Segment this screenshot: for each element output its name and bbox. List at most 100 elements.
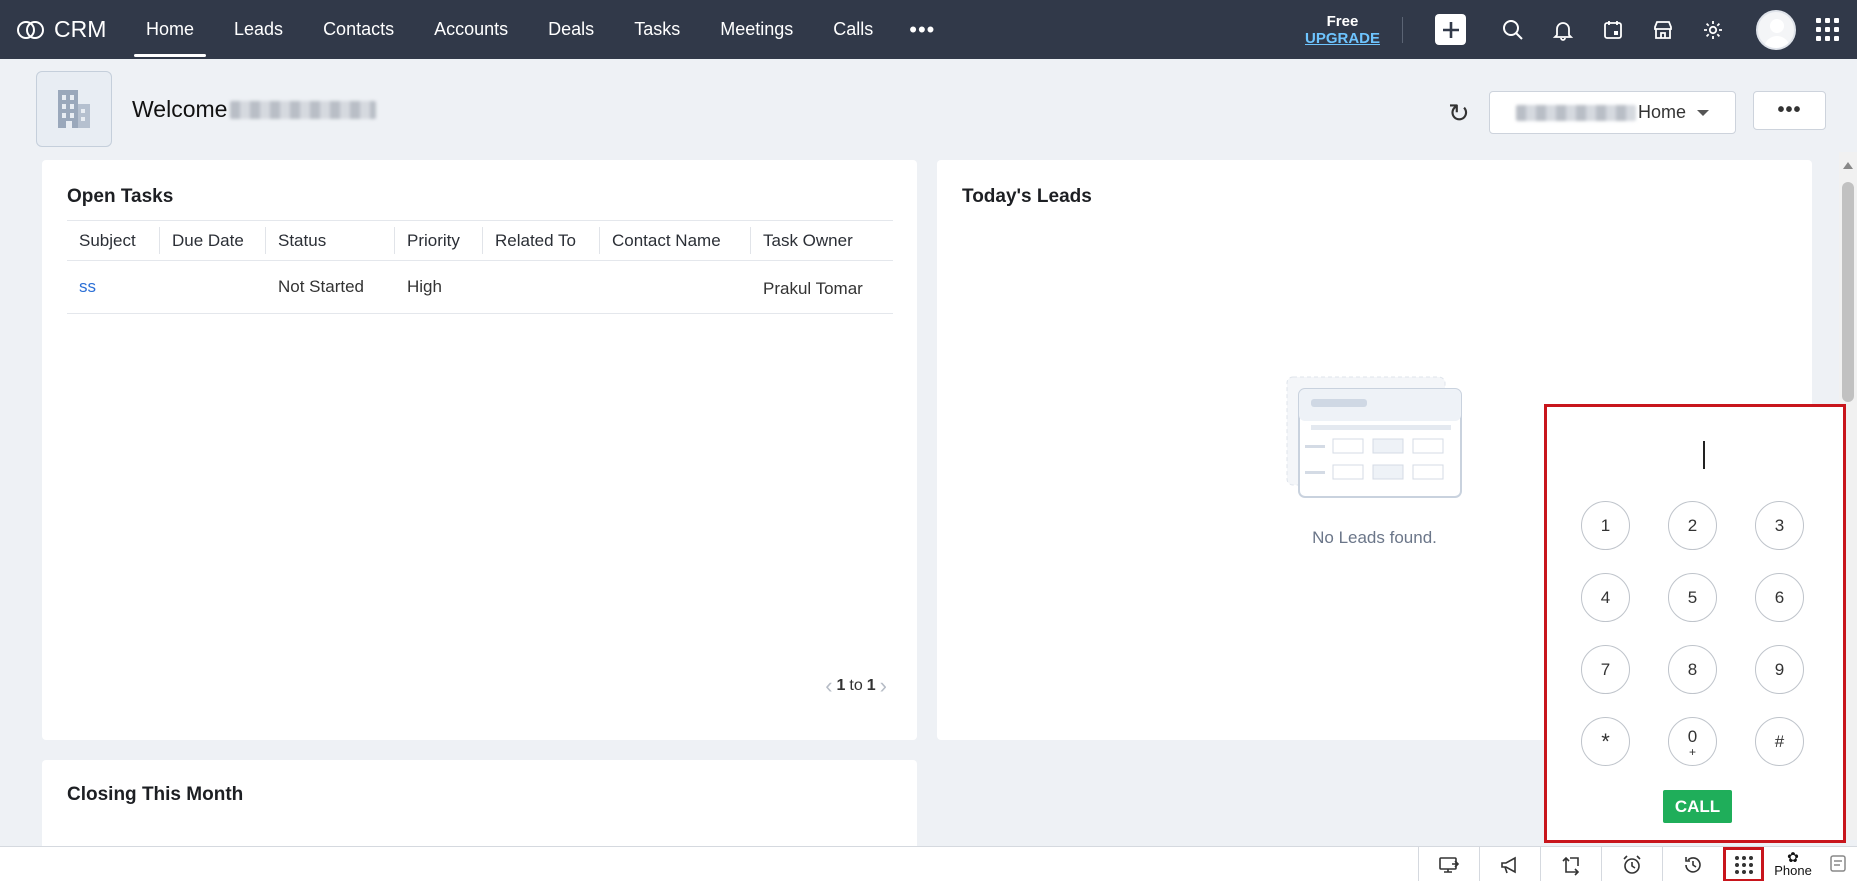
task-status: Not Started xyxy=(278,277,364,296)
column-contact-name[interactable]: Contact Name xyxy=(600,221,751,260)
open-tasks-card: Open Tasks Subject Due Date Status Prior… xyxy=(42,160,917,740)
home-view-dropdown[interactable]: Home xyxy=(1489,91,1736,134)
dial-key-2[interactable]: 2 xyxy=(1668,501,1717,550)
dialpad-panel: 1 2 3 4 5 6 7 8 9 * 0 + # CALL xyxy=(1544,404,1846,843)
nav-contacts[interactable]: Contacts xyxy=(303,0,414,59)
welcome-prefix: Welcome xyxy=(132,96,228,122)
column-subject[interactable]: Subject xyxy=(67,221,160,260)
crm-logo[interactable]: CRM xyxy=(16,16,126,43)
phone-label: Phone xyxy=(1774,863,1812,878)
org-building-icon xyxy=(36,71,112,147)
nav-meetings[interactable]: Meetings xyxy=(700,0,813,59)
dial-key-9[interactable]: 9 xyxy=(1755,645,1804,694)
nav-tasks[interactable]: Tasks xyxy=(614,0,700,59)
dial-key-1[interactable]: 1 xyxy=(1581,501,1630,550)
next-page-icon[interactable]: › xyxy=(880,673,887,699)
key-label: 0 xyxy=(1687,726,1698,746)
call-button[interactable]: CALL xyxy=(1663,790,1732,823)
nav-calls[interactable]: Calls xyxy=(813,0,893,59)
column-due-date[interactable]: Due Date xyxy=(160,221,266,260)
chevron-down-icon xyxy=(1697,110,1709,116)
more-options-button[interactable]: ••• xyxy=(1753,91,1826,130)
nav-leads[interactable]: Leads xyxy=(214,0,303,59)
key-label: 2 xyxy=(1687,515,1698,535)
welcome-row: Welcome ↻ Home ••• xyxy=(0,59,1857,159)
column-status[interactable]: Status xyxy=(266,221,395,260)
page-from: 1 xyxy=(836,677,846,694)
home-view-label: Home xyxy=(1638,102,1687,122)
apps-grid-icon[interactable] xyxy=(1816,18,1839,41)
task-priority: High xyxy=(407,277,442,296)
column-related-to[interactable]: Related To xyxy=(483,221,600,260)
notifications-button[interactable] xyxy=(1549,16,1577,44)
transfer-button[interactable] xyxy=(1540,847,1601,881)
phone-gear-icon: ✿ xyxy=(1787,849,1799,865)
key-label: 6 xyxy=(1774,587,1785,607)
redacted-view-owner xyxy=(1516,104,1636,121)
key-label: 1 xyxy=(1600,515,1611,535)
calendar-button[interactable] xyxy=(1599,16,1627,44)
dial-key-6[interactable]: 6 xyxy=(1755,573,1804,622)
task-owner: Prakul Tomar xyxy=(763,279,863,298)
key-label: 8 xyxy=(1687,659,1698,679)
dialpad-icon xyxy=(1734,855,1753,874)
column-task-owner[interactable]: Task Owner xyxy=(751,221,893,260)
upgrade-link[interactable]: UPGRADE xyxy=(1305,30,1380,47)
recent-history-button[interactable] xyxy=(1662,847,1723,881)
task-subject-link[interactable]: ss xyxy=(67,277,160,297)
redacted-user-name xyxy=(230,100,377,119)
dial-number-input[interactable] xyxy=(1703,441,1705,469)
nav-deals[interactable]: Deals xyxy=(528,0,614,59)
todays-leads-title: Today's Leads xyxy=(962,186,1092,207)
announcements-button[interactable] xyxy=(1479,847,1540,881)
key-label: 3 xyxy=(1774,515,1785,535)
pagination: ‹ 1 to 1 › xyxy=(825,673,887,699)
scrollbar-thumb[interactable] xyxy=(1842,182,1854,402)
closing-title: Closing This Month xyxy=(67,784,244,805)
prev-page-icon[interactable]: ‹ xyxy=(825,673,832,699)
nav-more-icon[interactable]: ••• xyxy=(893,0,951,59)
screen-share-button[interactable] xyxy=(1418,847,1479,881)
dial-key-3[interactable]: 3 xyxy=(1755,501,1804,550)
zoho-cloud-icon xyxy=(17,20,44,39)
marketplace-button[interactable] xyxy=(1649,16,1677,44)
dialpad-toggle-button[interactable] xyxy=(1723,847,1764,881)
calendar-icon xyxy=(1604,20,1622,39)
megaphone-icon xyxy=(1501,856,1516,873)
top-navigation: CRM Home Leads Contacts Accounts Deals T… xyxy=(0,0,1857,59)
reminders-button[interactable] xyxy=(1601,847,1662,881)
marketplace-icon xyxy=(1654,20,1672,39)
nav-home[interactable]: Home xyxy=(126,0,214,59)
phone-settings-button[interactable]: ✿ Phone xyxy=(1766,847,1820,881)
dial-key-0[interactable]: 0 + xyxy=(1668,717,1717,766)
dial-key-star[interactable]: * xyxy=(1581,717,1630,766)
dial-key-8[interactable]: 8 xyxy=(1668,645,1717,694)
notes-icon[interactable] xyxy=(1826,853,1850,875)
scroll-up-arrow-icon[interactable] xyxy=(1843,162,1853,169)
plan-label: Free xyxy=(1326,12,1359,30)
empty-table-illustration-icon xyxy=(1286,376,1462,498)
key-label: 9 xyxy=(1774,659,1785,679)
page-to: 1 xyxy=(866,677,876,694)
transfer-icon xyxy=(1562,856,1580,876)
settings-button[interactable] xyxy=(1699,16,1727,44)
column-priority[interactable]: Priority xyxy=(395,221,483,260)
open-tasks-title: Open Tasks xyxy=(67,186,174,207)
dial-key-7[interactable]: 7 xyxy=(1581,645,1630,694)
dial-key-4[interactable]: 4 xyxy=(1581,573,1630,622)
key-sub-label: + xyxy=(1688,744,1696,759)
nav-tabs: Home Leads Contacts Accounts Deals Tasks… xyxy=(126,0,951,59)
key-label: 4 xyxy=(1600,587,1611,607)
nav-right-tools: Free UPGRADE xyxy=(1305,0,1857,59)
search-icon xyxy=(1503,19,1523,40)
dial-key-5[interactable]: 5 xyxy=(1668,573,1717,622)
dial-key-hash[interactable]: # xyxy=(1755,717,1804,766)
create-button[interactable] xyxy=(1435,14,1466,45)
refresh-icon[interactable]: ↻ xyxy=(1448,98,1470,129)
open-tasks-table: Subject Due Date Status Priority Related… xyxy=(67,220,893,314)
user-avatar[interactable] xyxy=(1756,9,1796,50)
nav-accounts[interactable]: Accounts xyxy=(414,0,528,59)
building-icon xyxy=(58,90,90,128)
search-button[interactable] xyxy=(1499,16,1527,44)
table-row[interactable]: ss Not Started High Prakul Tomar xyxy=(67,261,893,314)
